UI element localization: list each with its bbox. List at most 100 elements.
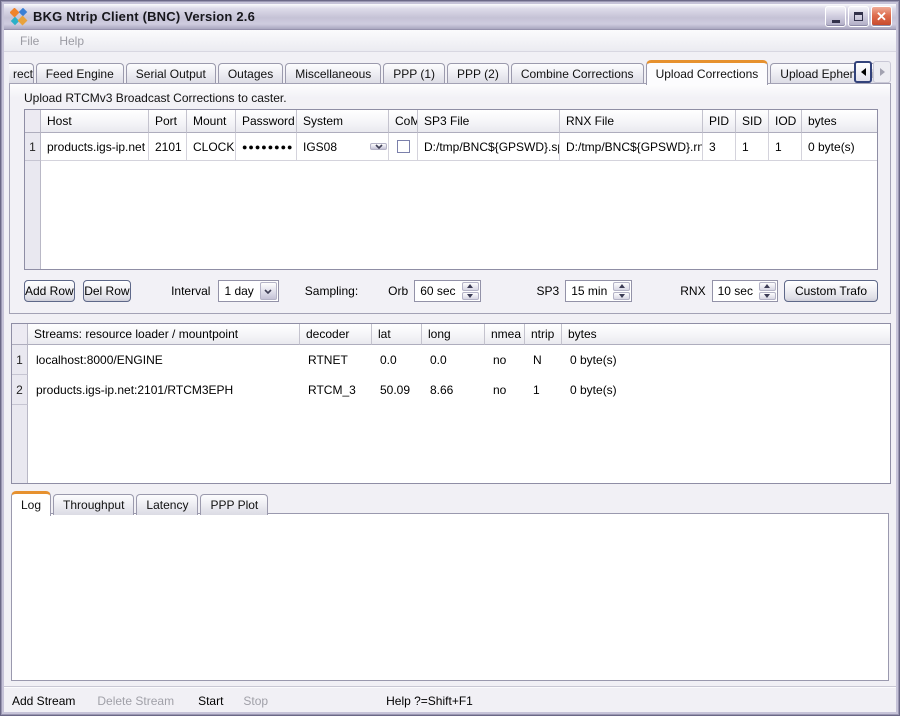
menu-file[interactable]: File <box>12 32 47 50</box>
add-stream-action[interactable]: Add Stream <box>12 694 75 708</box>
rnx-value: 10 sec <box>713 281 758 301</box>
col-header-rnx-file[interactable]: RNX File <box>560 110 703 133</box>
tab-ppp-2[interactable]: PPP (2) <box>447 63 509 84</box>
cell-nmea[interactable]: no <box>485 375 525 405</box>
interval-label: Interval <box>171 284 210 298</box>
custom-trafo-button[interactable]: Custom Trafo <box>784 280 878 302</box>
com-checkbox[interactable] <box>397 140 410 153</box>
sp3-label: SP3 <box>537 284 560 298</box>
table-empty-area <box>41 161 877 269</box>
tab-combine-corrections[interactable]: Combine Corrections <box>511 63 644 84</box>
log-output-area[interactable] <box>11 513 889 681</box>
tab-miscellaneous[interactable]: Miscellaneous <box>285 63 381 84</box>
tab-scroll-right-button[interactable] <box>873 61 891 83</box>
cell-password[interactable]: ●●●●●●●● <box>236 133 297 161</box>
tab-latency[interactable]: Latency <box>136 494 198 515</box>
cell-decoder[interactable]: RTCM_3 <box>300 375 372 405</box>
minimize-button[interactable] <box>825 6 846 27</box>
cell-bytes[interactable]: 0 byte(s) <box>562 345 890 375</box>
chevron-down-icon[interactable] <box>370 143 387 150</box>
row-header[interactable]: 2 <box>12 375 28 405</box>
interval-combobox[interactable]: 1 day <box>218 280 278 302</box>
tab-serial-output[interactable]: Serial Output <box>126 63 216 84</box>
col-header-nmea[interactable]: nmea <box>485 324 525 345</box>
spin-down-icon[interactable] <box>759 292 776 301</box>
cell-mount[interactable]: CLOCK <box>187 133 236 161</box>
spin-up-icon[interactable] <box>613 282 630 291</box>
cell-port[interactable]: 2101 <box>149 133 187 161</box>
col-header-port[interactable]: Port <box>149 110 187 133</box>
orb-value: 60 sec <box>415 281 460 301</box>
cell-pid[interactable]: 3 <box>703 133 736 161</box>
cell-sid[interactable]: 1 <box>736 133 769 161</box>
col-header-com[interactable]: CoM <box>389 110 418 133</box>
tab-ppp-1[interactable]: PPP (1) <box>383 63 445 84</box>
sp3-spinbox[interactable]: 15 min <box>565 280 632 302</box>
orb-spinbox[interactable]: 60 sec <box>414 280 480 302</box>
col-header-iod[interactable]: IOD <box>769 110 802 133</box>
col-header-password[interactable]: Password <box>236 110 297 133</box>
col-header-bytes[interactable]: bytes <box>802 110 877 133</box>
tab-ppp-plot[interactable]: PPP Plot <box>200 494 268 515</box>
col-header-sp3-file[interactable]: SP3 File <box>418 110 560 133</box>
tab-outages[interactable]: Outages <box>218 63 283 84</box>
title-bar: BKG Ntrip Client (BNC) Version 2.6 ✕ <box>4 4 896 30</box>
maximize-button[interactable] <box>848 6 869 27</box>
col-header-bytes[interactable]: bytes <box>562 324 890 345</box>
cell-long[interactable]: 8.66 <box>422 375 485 405</box>
spin-down-icon[interactable] <box>613 292 630 301</box>
cell-mountpoint[interactable]: localhost:8000/ENGINE <box>28 345 300 375</box>
cell-nmea[interactable]: no <box>485 345 525 375</box>
tab-throughput[interactable]: Throughput <box>53 494 134 515</box>
close-button[interactable]: ✕ <box>871 6 892 27</box>
col-header-decoder[interactable]: decoder <box>300 324 372 345</box>
start-action[interactable]: Start <box>198 694 223 708</box>
cell-lat[interactable]: 50.09 <box>372 375 422 405</box>
tab-corrections[interactable]: rections <box>9 63 34 84</box>
cell-lat[interactable]: 0.0 <box>372 345 422 375</box>
spin-down-icon[interactable] <box>462 292 479 301</box>
rnx-spinbox[interactable]: 10 sec <box>712 280 778 302</box>
spin-up-icon[interactable] <box>462 282 479 291</box>
col-header-sid[interactable]: SID <box>736 110 769 133</box>
tab-log[interactable]: Log <box>11 491 51 516</box>
add-row-button[interactable]: Add Row <box>24 280 75 302</box>
cell-sp3-file[interactable]: D:/tmp/BNC${GPSWD}.sp3 <box>418 133 560 161</box>
col-header-long[interactable]: long <box>422 324 485 345</box>
tab-upload-corrections[interactable]: Upload Corrections <box>646 60 769 85</box>
cell-ntrip[interactable]: 1 <box>525 375 562 405</box>
col-header-system[interactable]: System <box>297 110 389 133</box>
del-row-button[interactable]: Del Row <box>83 280 131 302</box>
system-combobox[interactable]: IGS08 <box>297 133 389 161</box>
cell-ntrip[interactable]: N <box>525 345 562 375</box>
main-tab-bar: rections Feed Engine Serial Output Outag… <box>9 60 891 84</box>
row-header[interactable]: 1 <box>12 345 28 375</box>
col-header-lat[interactable]: lat <box>372 324 422 345</box>
tab-feed-engine[interactable]: Feed Engine <box>36 63 124 84</box>
menu-help[interactable]: Help <box>51 32 92 50</box>
log-tab-bar: Log Throughput Latency PPP Plot <box>11 491 270 515</box>
col-header-mountpoint[interactable]: Streams: resource loader / mountpoint <box>28 324 300 345</box>
row-header[interactable]: 1 <box>25 133 41 161</box>
cell-mountpoint[interactable]: products.igs-ip.net:2101/RTCM3EPH <box>28 375 300 405</box>
col-header-ntrip[interactable]: ntrip <box>525 324 562 345</box>
app-window: BKG Ntrip Client (BNC) Version 2.6 ✕ Fil… <box>0 0 900 716</box>
col-header-host[interactable]: Host <box>41 110 149 133</box>
cell-decoder[interactable]: RTNET <box>300 345 372 375</box>
spin-up-icon[interactable] <box>759 282 776 291</box>
cell-rnx-file[interactable]: D:/tmp/BNC${GPSWD}.rnx <box>560 133 703 161</box>
window-title: BKG Ntrip Client (BNC) Version 2.6 <box>33 9 255 24</box>
cell-host[interactable]: products.igs-ip.net <box>41 133 149 161</box>
orb-label: Orb <box>388 284 408 298</box>
col-header-mount[interactable]: Mount <box>187 110 236 133</box>
delete-stream-action[interactable]: Delete Stream <box>97 694 174 708</box>
app-icon <box>10 8 28 26</box>
chevron-down-icon[interactable] <box>260 282 277 300</box>
cell-long[interactable]: 0.0 <box>422 345 485 375</box>
cell-bytes[interactable]: 0 byte(s) <box>562 375 890 405</box>
tab-scroll-left-button[interactable] <box>854 61 872 83</box>
stop-action[interactable]: Stop <box>243 694 268 708</box>
cell-iod[interactable]: 1 <box>769 133 802 161</box>
cell-bytes[interactable]: 0 byte(s) <box>802 133 877 161</box>
col-header-pid[interactable]: PID <box>703 110 736 133</box>
